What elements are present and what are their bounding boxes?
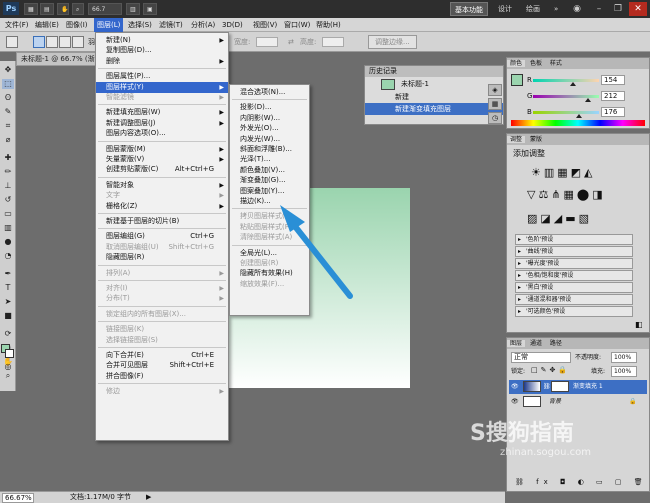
watermark-url: zhinan.sogou.com <box>500 447 592 458</box>
watermark-logo: S搜狗指南 <box>470 421 574 446</box>
